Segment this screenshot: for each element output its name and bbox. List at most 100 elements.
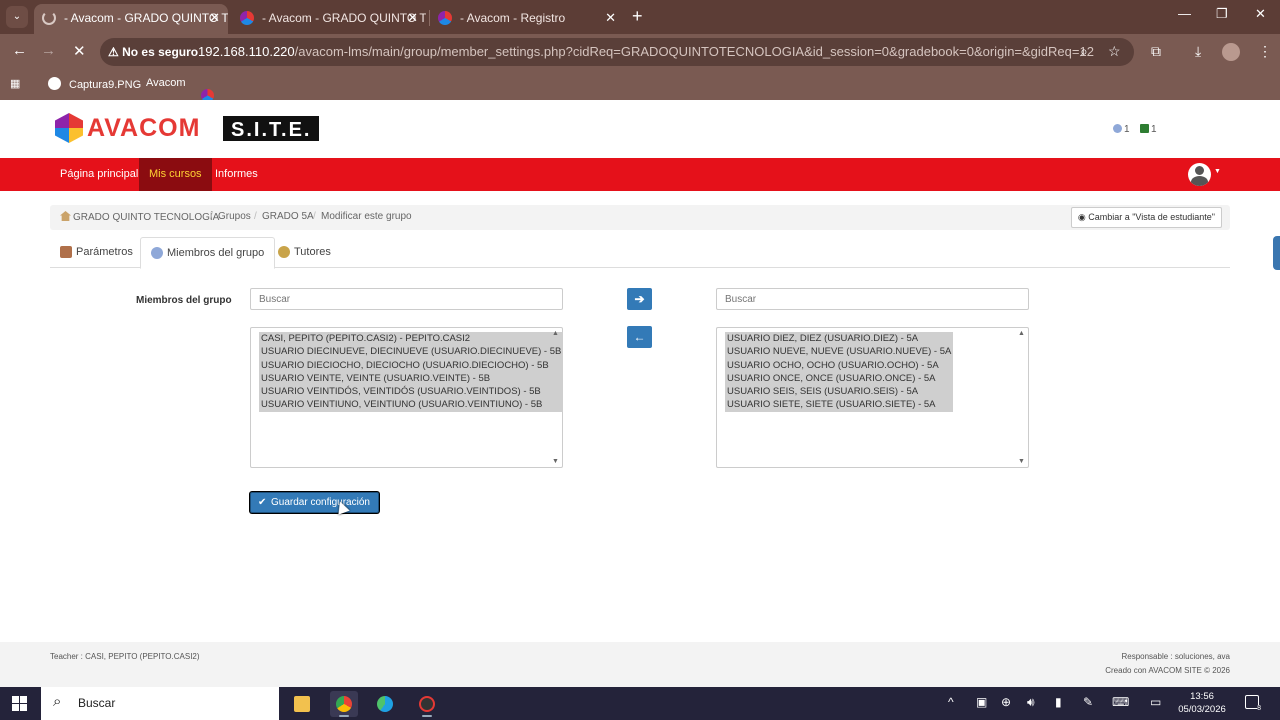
windows-start-icon[interactable] [12,696,27,711]
breadcrumb-course[interactable]: GRADO QUINTO TECNOLOGÍA [60,211,219,223]
tray-app-icon[interactable]: ▣ [976,695,987,709]
display-icon[interactable]: ▭ [1150,695,1161,709]
taskbar-search[interactable]: ⌕ Buscar [41,687,279,720]
url-text[interactable]: 192.168.110.220/avacom-lms/main/group/me… [198,44,1094,59]
flags-counter[interactable]: 1 [1140,124,1157,135]
search-icon: ⌕ [53,693,62,710]
bookmark-label: Avacom [146,77,186,89]
list-item[interactable]: CASI, PEPITO (PEPITO.CASI2) - PEPITO.CAS… [259,332,564,346]
keyboard-icon[interactable]: ⌨ [1112,695,1129,709]
apps-grid-icon[interactable]: ▦ [10,77,20,90]
search-input-right[interactable] [716,288,1029,310]
close-tab-icon[interactable]: ✕ [407,4,418,32]
bookmark-captura[interactable]: Captura9.PNG [48,77,141,91]
close-tab-icon[interactable]: ✕ [209,4,220,32]
logo-badge: S.I.T.E. [223,116,320,141]
move-right-button[interactable]: ➔ [627,288,652,310]
edge-icon[interactable] [371,691,399,717]
download-icon[interactable]: ⤓ [1195,43,1201,60]
window-close-icon[interactable]: ✕ [1255,6,1266,22]
online-users-counter[interactable]: 1 [1113,124,1130,135]
list-item[interactable]: USUARIO NUEVE, NUEVE (USUARIO.NUEVE) - 5… [725,345,954,359]
tray-chevron-icon[interactable]: ^ [948,695,954,709]
non-members-list[interactable]: CASI, PEPITO (PEPITO.CASI2) - PEPITO.CAS… [250,327,564,468]
scrollbar[interactable]: ▲ ▼ [1016,329,1027,466]
page-footer: Teacher : CASI, PEPITO (PEPITO.CASI2) Re… [0,642,1280,687]
save-button[interactable]: ✔ Guardar configuración [250,492,379,513]
scroll-down-icon[interactable]: ▼ [552,458,559,465]
notification-count: 8 [1257,705,1261,712]
nav-reports[interactable]: Informes [205,158,268,191]
close-tab-icon[interactable]: ✕ [605,4,616,32]
list-item[interactable]: USUARIO SEIS, SEIS (USUARIO.SEIS) - 5A [725,385,954,399]
restore-icon[interactable]: ❐ [1216,6,1228,22]
browser-tab-2[interactable]: - Avacom - GRADO QUINTO TE ✕ [232,4,426,34]
list-item[interactable]: USUARIO VEINTIDÓS, VEINTIDÓS (USUARIO.VE… [259,385,564,399]
tab-title: - Avacom - Registro [460,11,566,25]
bookmark-star-icon[interactable]: ☆ [1108,43,1121,60]
scrollbar[interactable]: ▲ ▼ [550,329,561,466]
save-label: Guardar configuración [271,497,370,508]
browser-tab-1[interactable]: - Avacom - GRADO QUINTO TE ✕ [34,4,228,34]
extensions-icon[interactable]: ⧉ [1151,43,1161,60]
obs-icon[interactable] [413,691,441,717]
tab-title: - Avacom - GRADO QUINTO TE [262,11,426,25]
breadcrumb-groups[interactable]: Grupos [218,211,251,222]
breadcrumb: GRADO QUINTO TECNOLOGÍA / Grupos / GRADO… [50,205,1230,230]
list-item[interactable]: USUARIO OCHO, OCHO (USUARIO.OCHO) - 5A [725,358,954,372]
side-panel-tab[interactable] [1273,236,1280,270]
tab-group-members[interactable]: Miembros del grupo [140,237,276,269]
list-item[interactable]: USUARIO VEINTIUNO, VEINTIUNO (USUARIO.VE… [259,398,564,412]
browser-menu-icon[interactable]: ⋮ [1258,43,1272,60]
nav-home[interactable]: Página principal [50,158,148,191]
breadcrumb-group[interactable]: GRADO 5A [262,211,314,222]
globe-icon [48,77,61,90]
list-item[interactable]: USUARIO DIECIOCHO, DIECIOCHO (USUARIO.DI… [259,358,564,372]
list-item[interactable]: USUARIO VEINTE, VEINTE (USUARIO.VEINTE) … [259,371,564,386]
profile-avatar[interactable] [1222,43,1240,61]
bookmark-avacom[interactable]: Avacom [146,77,214,102]
file-explorer-icon[interactable] [288,691,316,717]
list-item[interactable]: USUARIO DIECINUEVE, DIECINUEVE (USUARIO.… [259,345,564,359]
security-indicator[interactable]: ⚠ No es seguro [108,45,198,59]
microphone-icon[interactable]: ▮ [1055,695,1062,709]
move-left-button[interactable]: ← [627,326,652,348]
taskbar-clock[interactable]: 13:56 05/03/2026 [1172,690,1232,716]
stop-loading-icon[interactable]: ✕ [73,42,86,60]
footer-responsible: Responsable : soluciones, ava [1121,652,1230,661]
security-label: No es seguro [122,45,199,59]
list-item[interactable]: USUARIO DIEZ, DIEZ (USUARIO.DIEZ) - 5A [725,332,954,346]
zoom-search-icon[interactable]: ⌕ [1080,43,1088,60]
breadcrumb-separator: / [210,211,213,222]
browser-toolbar: ← → ✕ ⚠ No es seguro 192.168.110.220/ava… [0,34,1280,70]
tab-search-button[interactable]: ⌄ [6,6,28,28]
scroll-up-icon[interactable]: ▲ [552,330,559,337]
search-input-left[interactable] [250,288,563,310]
nav-my-courses[interactable]: Mis cursos [139,158,212,191]
forward-icon[interactable]: → [41,42,56,59]
list-item[interactable]: USUARIO SIETE, SIETE (USUARIO.SIETE) - 5… [725,398,954,412]
chrome-icon[interactable] [330,691,358,717]
language-globe-icon[interactable]: ⊕ [1001,695,1011,709]
notifications-icon[interactable]: 8 [1245,695,1261,712]
minimize-icon[interactable]: — [1178,6,1191,21]
scroll-up-icon[interactable]: ▲ [1018,330,1025,337]
volume-icon[interactable]: 🔊︎ [1027,695,1035,710]
scroll-down-icon[interactable]: ▼ [1018,458,1025,465]
members-list[interactable]: USUARIO DIEZ, DIEZ (USUARIO.DIEZ) - 5A U… [716,327,1029,468]
tab-tutors[interactable]: Tutores [268,237,341,268]
user-avatar[interactable] [1188,163,1211,186]
student-view-button[interactable]: ◉ Cambiar a "Vista de estudiante" [1070,207,1222,228]
browser-tab-3[interactable]: - Avacom - Registro ✕ [430,4,624,34]
list-item[interactable]: USUARIO ONCE, ONCE (USUARIO.ONCE) - 5A [725,371,954,386]
bookmark-label: Captura9.PNG [69,79,142,91]
back-icon[interactable]: ← [12,42,27,59]
main-navbar: Página principal Mis cursos Informes ▼ [0,158,1280,191]
address-bar[interactable]: ⚠ No es seguro 192.168.110.220/avacom-lm… [100,38,1134,66]
tab-label: Tutores [294,246,331,258]
chevron-down-icon[interactable]: ▼ [1214,168,1221,175]
tab-parameters[interactable]: Parámetros [50,237,143,268]
pen-icon[interactable]: ✎ [1083,695,1093,709]
breadcrumb-separator: / [313,211,316,222]
new-tab-button[interactable]: + [632,6,643,27]
